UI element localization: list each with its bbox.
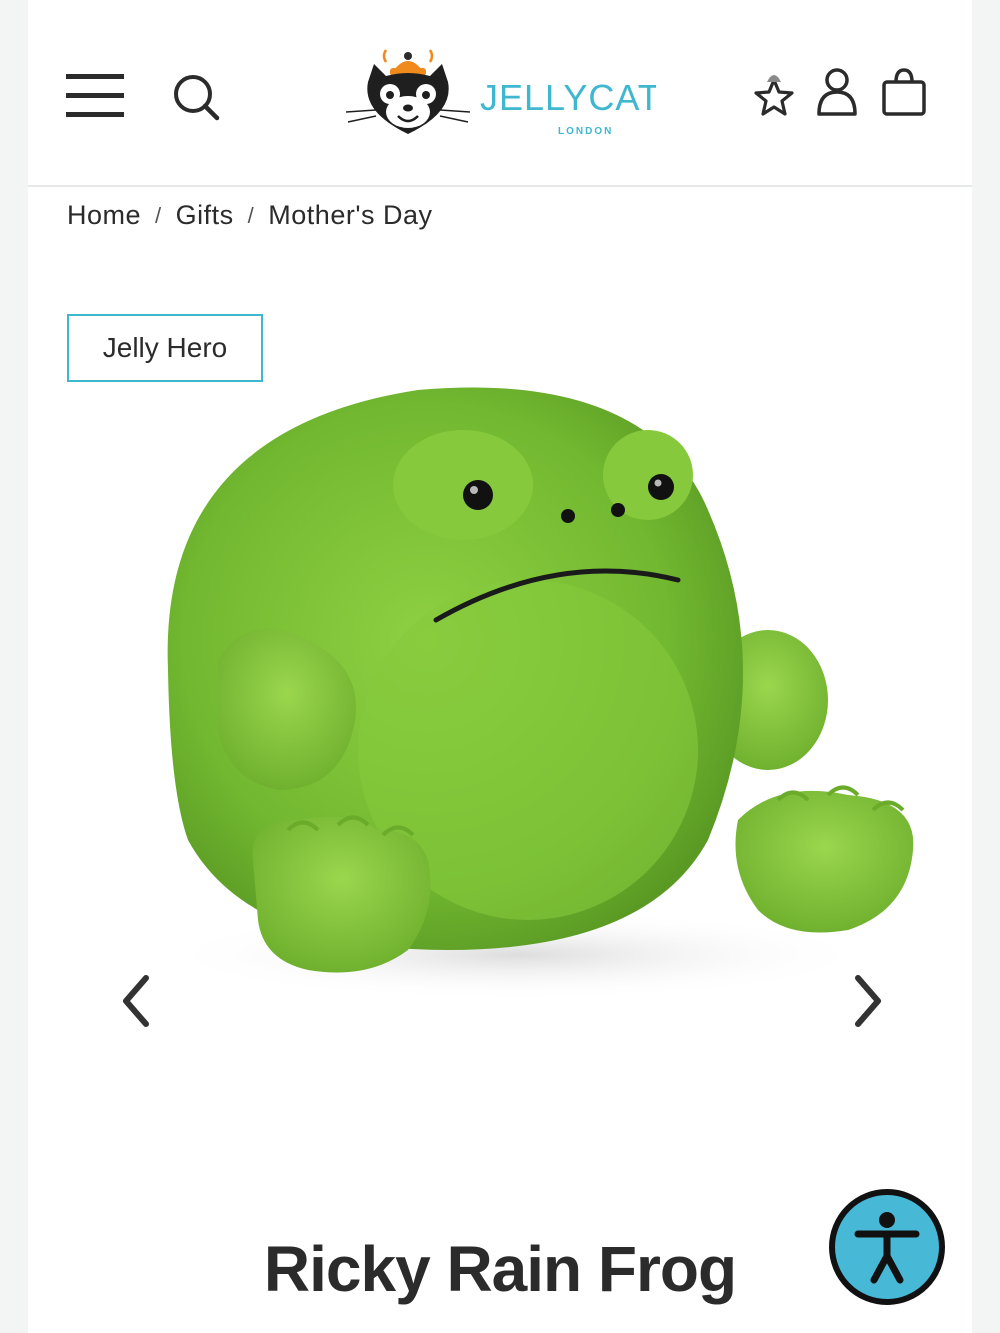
breadcrumb-gifts[interactable]: Gifts (176, 200, 234, 231)
hamburger-icon[interactable] (66, 72, 126, 120)
breadcrumb-home[interactable]: Home (67, 200, 141, 231)
breadcrumb: Home / Gifts / Mother's Day (67, 200, 433, 231)
chevron-right-icon[interactable] (836, 966, 896, 1036)
breadcrumb-separator: / (155, 202, 162, 228)
site-header: JELLYCAT LONDON (28, 0, 972, 187)
product-page: JELLYCAT LONDON Home / Gifts / Mother's … (28, 0, 972, 1333)
chevron-left-icon[interactable] (108, 966, 168, 1036)
cat-logo-icon: JELLYCAT LONDON (345, 49, 660, 137)
product-image[interactable] (88, 370, 928, 1020)
breadcrumb-mothers-day[interactable]: Mother's Day (268, 200, 432, 231)
breadcrumb-separator: / (247, 202, 255, 228)
logo-subtext: LONDON (558, 126, 613, 137)
logo-wordmark: JELLYCAT (480, 77, 656, 118)
search-icon[interactable] (171, 72, 221, 122)
user-icon[interactable] (816, 66, 858, 118)
star-bell-icon[interactable] (748, 66, 800, 118)
accessibility-icon[interactable] (828, 1188, 946, 1306)
shopping-bag-icon[interactable] (880, 66, 928, 118)
jellycat-logo[interactable]: JELLYCAT LONDON (345, 42, 660, 142)
viewport-background: JELLYCAT LONDON Home / Gifts / Mother's … (0, 0, 1000, 1333)
